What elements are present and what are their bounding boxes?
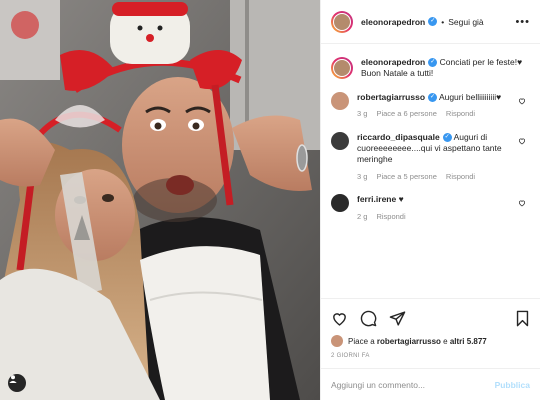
post-caption: eleonorapedron ✓ Conciati per le feste!♥ … (331, 57, 530, 80)
reply-button[interactable]: Rispondi (446, 172, 475, 182)
comment-text: ♥ (398, 194, 404, 205)
comment-text: Auguri belliiiiiiiii♥ (438, 91, 502, 102)
comment-bubble-icon[interactable] (360, 310, 377, 327)
header-separator: • (441, 16, 445, 27)
tagged-users-button[interactable] (8, 374, 26, 392)
commenter-avatar[interactable] (331, 194, 349, 213)
following-button[interactable]: Segui già (448, 17, 483, 27)
comment-item: robertagiarrusso ✓ Auguri belliiiiiiiii♥ … (331, 91, 530, 120)
commenter-avatar[interactable] (331, 91, 349, 110)
verified-badge-icon: ✓ (428, 93, 438, 103)
likes-middle: e (440, 336, 450, 346)
bookmark-icon[interactable] (515, 310, 530, 327)
likes-others-count[interactable]: altri 5.877 (450, 337, 487, 346)
likes-summary: Piace a robertagiarrusso e altri 5.877 (331, 335, 530, 347)
comment-item: riccardo_dipasquale ✓ Auguri di cuoreeeee… (331, 131, 530, 183)
comments-list[interactable]: eleonorapedron ✓ Conciati per le feste!♥ … (321, 45, 540, 298)
author-username[interactable]: eleonorapedron (361, 17, 425, 27)
comment-username[interactable]: ferri.irene (357, 194, 396, 204)
liker-username[interactable]: robertagiarrusso (377, 337, 441, 346)
comment-item: ferri.irene ♥ 2 g Rispondi (331, 194, 530, 222)
comment-time[interactable]: 3 g (357, 172, 367, 182)
comment-username[interactable]: riccardo_dipasquale (357, 132, 440, 142)
likes-prefix: Piace a (348, 336, 377, 346)
reply-button[interactable]: Rispondi (376, 212, 405, 222)
author-avatar[interactable] (331, 10, 353, 33)
verified-badge-icon: ✓ (428, 17, 438, 26)
like-comment-heart-icon[interactable] (518, 97, 526, 105)
user-icon (9, 375, 17, 383)
comment-username[interactable]: robertagiarrusso (357, 92, 425, 102)
publish-button[interactable]: Pubblica (495, 380, 530, 390)
caption-text-line2: Buon Natale a tutti! (361, 68, 434, 79)
comment-time[interactable]: 2 g (357, 212, 367, 222)
post-timestamp[interactable]: 2 GIORNI FA (331, 353, 530, 359)
verified-badge-icon: ✓ (442, 132, 452, 142)
comment-likes[interactable]: Piace a 6 persone (376, 109, 436, 119)
post-header: eleonorapedron ✓ • Segui già ••• (321, 0, 540, 44)
post-image (0, 0, 320, 400)
commenter-avatar[interactable] (331, 131, 349, 150)
like-heart-icon[interactable] (331, 310, 348, 327)
like-comment-heart-icon[interactable] (518, 137, 526, 145)
comment-likes[interactable]: Piace a 5 persone (376, 172, 436, 182)
like-comment-heart-icon[interactable] (518, 199, 526, 207)
caption-username[interactable]: eleonorapedron (361, 57, 425, 67)
caption-text-line1: Conciati per le feste!♥ (439, 57, 523, 67)
post-actions: Piace a robertagiarrusso e altri 5.877 2… (321, 298, 540, 359)
verified-badge-icon: ✓ (428, 58, 438, 68)
add-comment-bar: Pubblica (321, 368, 540, 400)
more-options-icon[interactable]: ••• (515, 16, 530, 28)
post-photo[interactable] (0, 0, 320, 400)
liker-avatar[interactable] (331, 335, 343, 347)
share-paper-plane-icon[interactable] (389, 310, 406, 327)
comment-time[interactable]: 3 g (357, 109, 367, 119)
reply-button[interactable]: Rispondi (446, 109, 475, 119)
caption-avatar[interactable] (331, 57, 353, 79)
post-side-panel: eleonorapedron ✓ • Segui già ••• eleonor… (320, 0, 540, 400)
comment-input[interactable] (331, 379, 495, 390)
